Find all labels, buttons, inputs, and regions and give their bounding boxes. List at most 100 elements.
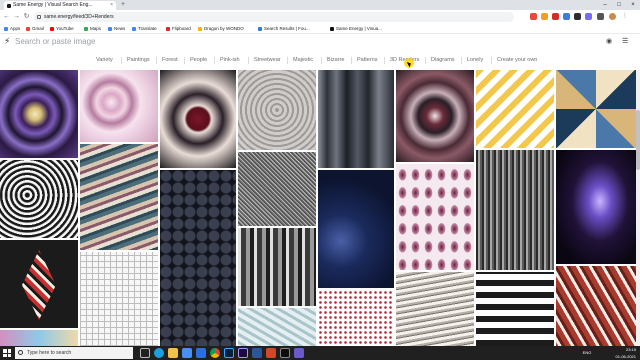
category-pink-ish[interactable]: Pink-ish [214, 55, 240, 66]
image-tile[interactable] [160, 70, 236, 168]
address-bar[interactable]: same.energy/feed/3D+Renders [34, 12, 514, 22]
bookmark-item[interactable]: Gmail [26, 24, 44, 34]
task-view-icon[interactable] [140, 348, 150, 358]
new-tab-button[interactable]: + [121, 0, 125, 10]
store-icon[interactable] [182, 348, 192, 358]
browser-tab[interactable]: Same Energy | Visual Search Eng... × [4, 1, 116, 10]
powerpoint-icon[interactable] [266, 348, 276, 358]
bookmark-item[interactable]: Search Results | Fou... [258, 24, 310, 34]
photoshop-icon[interactable] [224, 348, 234, 358]
category-create-your-own[interactable]: Create your own [490, 55, 537, 66]
image-tile[interactable] [476, 150, 554, 270]
image-tile[interactable] [238, 308, 316, 346]
bookmark-item[interactable]: Translate [132, 24, 157, 34]
back-icon[interactable]: ← [2, 12, 11, 22]
extension-icon[interactable] [574, 13, 581, 20]
same-energy-favicon [7, 4, 11, 8]
chrome-icon[interactable] [210, 348, 220, 358]
image-tile[interactable] [80, 144, 158, 250]
extension-icon[interactable] [530, 13, 537, 20]
forward-icon[interactable]: → [12, 12, 21, 22]
bookmark-favicon-icon [84, 26, 88, 31]
image-tile[interactable] [238, 70, 316, 150]
file-explorer-icon[interactable] [168, 348, 178, 358]
profile-avatar[interactable] [609, 13, 616, 20]
image-tile[interactable] [0, 70, 78, 158]
image-tile[interactable] [476, 272, 554, 346]
image-tile[interactable] [396, 164, 474, 270]
image-tile[interactable] [556, 266, 636, 346]
clock-time[interactable]: 23:15 [600, 346, 636, 353]
taskbar-search-input[interactable]: Type here to search [15, 347, 133, 359]
bookmark-item[interactable]: Dragon by WONDO [198, 24, 244, 34]
category-people[interactable]: People [183, 55, 207, 66]
image-tile[interactable] [318, 290, 394, 346]
category-bizarre[interactable]: Bizarre [320, 55, 344, 66]
window-close-button[interactable]: × [626, 0, 640, 10]
puzzle-icon[interactable] [597, 13, 604, 20]
bookmark-favicon-icon [50, 26, 54, 31]
category-majestic[interactable]: Majestic [286, 55, 313, 66]
image-tile[interactable] [396, 272, 474, 346]
same-energy-logo-icon[interactable]: ⚡ [4, 36, 10, 47]
image-tile[interactable] [0, 330, 78, 346]
search-input[interactable]: Search or paste image [15, 37, 96, 46]
reload-icon[interactable]: ↻ [22, 12, 31, 22]
media-icon[interactable] [294, 348, 304, 358]
image-tile[interactable] [318, 170, 394, 288]
camera-icon[interactable]: ◉ [606, 37, 612, 45]
bookmark-favicon-icon [132, 26, 136, 31]
window-maximize-button[interactable]: □ [612, 0, 626, 10]
hamburger-icon[interactable]: ☰ [622, 37, 628, 45]
kebab-menu-icon[interactable]: ⋮ [622, 13, 629, 20]
image-tile[interactable] [238, 228, 316, 306]
category-streetwear[interactable]: Streetwear [248, 55, 281, 66]
image-tile[interactable] [396, 70, 474, 162]
category-lonely[interactable]: Lonely [460, 55, 483, 66]
tab-close-icon[interactable]: × [110, 1, 113, 10]
category-nav: Variety Paintings Forest People Pink-ish Stre… [0, 55, 640, 66]
image-tile[interactable] [318, 70, 394, 168]
category-paintings[interactable]: Paintings [121, 55, 150, 66]
image-tile[interactable] [160, 170, 236, 346]
mail-icon[interactable] [196, 348, 206, 358]
image-tile[interactable] [80, 252, 158, 346]
image-tile[interactable] [0, 240, 78, 328]
bookmark-favicon-icon [330, 26, 334, 31]
bookmark-item[interactable]: News [108, 24, 125, 34]
extension-icon[interactable] [541, 13, 548, 20]
image-feed [0, 70, 636, 346]
premiere-icon[interactable] [238, 348, 248, 358]
image-tile[interactable] [556, 70, 636, 148]
bookmark-item[interactable]: YouTube [50, 24, 74, 34]
bookmark-label: Same Energy | Visua... [336, 26, 382, 31]
language-indicator[interactable]: ENG [580, 346, 594, 360]
bookmark-label: Flipboard [172, 26, 191, 31]
category-forest[interactable]: Forest [156, 55, 178, 66]
scrollbar-thumb[interactable] [636, 110, 640, 170]
category-patterns[interactable]: Patterns [350, 55, 377, 66]
page-scrollbar[interactable] [636, 70, 640, 346]
clock-date[interactable]: 01-06-2021 [600, 353, 636, 360]
terminal-icon[interactable] [280, 348, 290, 358]
image-tile[interactable] [238, 152, 316, 226]
word-icon[interactable] [252, 348, 262, 358]
bookmark-favicon-icon [4, 26, 8, 31]
edge-icon[interactable] [154, 348, 164, 358]
image-tile[interactable] [476, 70, 554, 148]
window-minimize-button[interactable]: – [598, 0, 612, 10]
windows-start-icon[interactable] [3, 349, 11, 357]
bookmark-item[interactable]: Maps [84, 24, 101, 34]
bookmark-item[interactable]: Same Energy | Visua... [330, 24, 382, 34]
image-tile[interactable] [80, 70, 158, 142]
bookmark-item[interactable]: Flipboard [166, 24, 191, 34]
extension-icon[interactable] [563, 13, 570, 20]
image-tile[interactable] [556, 150, 636, 264]
image-tile[interactable] [0, 160, 78, 238]
bookmark-item[interactable]: Apps [4, 24, 20, 34]
extension-icon[interactable] [552, 13, 559, 20]
category-variety[interactable]: Variety [96, 55, 113, 66]
extension-icon[interactable] [585, 13, 592, 20]
category-diagrams[interactable]: Diagrams [425, 55, 455, 66]
lock-icon [37, 15, 41, 19]
